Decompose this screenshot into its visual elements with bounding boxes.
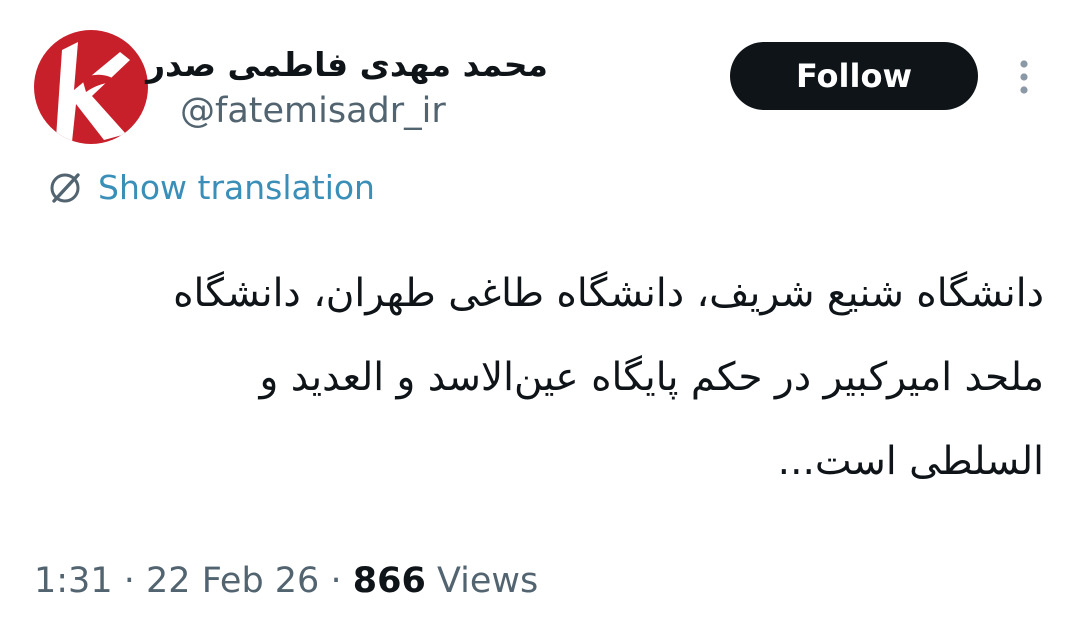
user-handle[interactable]: @fatemisadr_ir	[180, 88, 446, 134]
views-label: Views	[436, 561, 539, 601]
show-translation-label: Show translation	[98, 168, 375, 207]
tweet-text: دانشگاه شنیع شریف، دانشگاه طاغی طهران، د…	[44, 252, 1044, 504]
separator: ·	[123, 561, 135, 601]
display-name[interactable]: محمد مهدی فاطمی صدر	[146, 40, 548, 90]
avatar-logo-icon	[34, 30, 148, 144]
globe-icon	[50, 172, 80, 203]
tweet-meta: 1:31 · 22 Feb 26 · 866 Views	[34, 556, 538, 606]
avatar[interactable]	[34, 30, 148, 144]
tweet-line: ملحد امیرکبیر در حکم پایگاه عین‌الاسد و …	[259, 355, 1044, 400]
tweet-line: السلطی است...	[777, 439, 1044, 484]
separator: ·	[330, 561, 342, 601]
follow-button[interactable]: Follow	[730, 42, 978, 110]
tweet-line: دانشگاه شنیع شریف، دانشگاه طاغی طهران، د…	[173, 271, 1044, 316]
more-vertical-icon[interactable]	[1010, 58, 1038, 96]
views-count: 866	[352, 561, 426, 601]
tweet-date[interactable]: 22 Feb 26	[146, 561, 319, 601]
tweet-time[interactable]: 1:31	[34, 561, 113, 601]
show-translation-link[interactable]: Show translation	[46, 168, 375, 207]
